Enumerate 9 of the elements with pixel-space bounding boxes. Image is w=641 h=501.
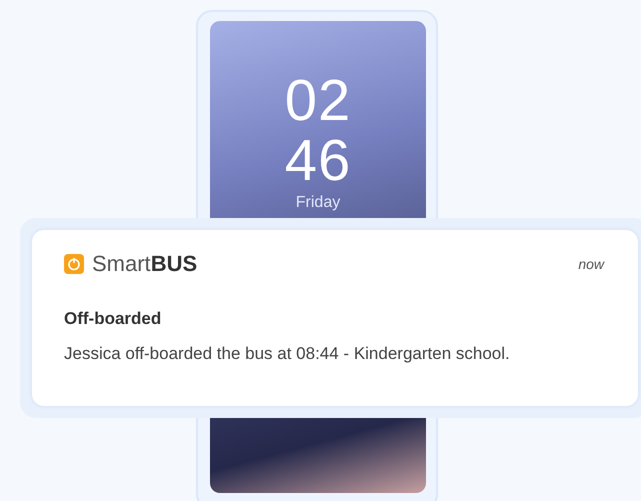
weekday-label: Friday	[296, 193, 340, 213]
notification-message: Jessica off-boarded the bus at 08:44 - Kindergarten school.	[64, 342, 511, 364]
notification-title: Off-boarded	[64, 308, 162, 330]
clock-minute: 46	[284, 131, 352, 191]
app-name: SmartBUS	[92, 252, 198, 276]
notification-card[interactable]: SmartBUS now Off-boarded Jessica off-boarded the bus at 08:44 - Kindergarten school.	[20, 218, 641, 418]
app-logo-icon	[64, 254, 84, 274]
notification-time: now	[578, 254, 604, 274]
clock-hour: 02	[284, 71, 352, 131]
